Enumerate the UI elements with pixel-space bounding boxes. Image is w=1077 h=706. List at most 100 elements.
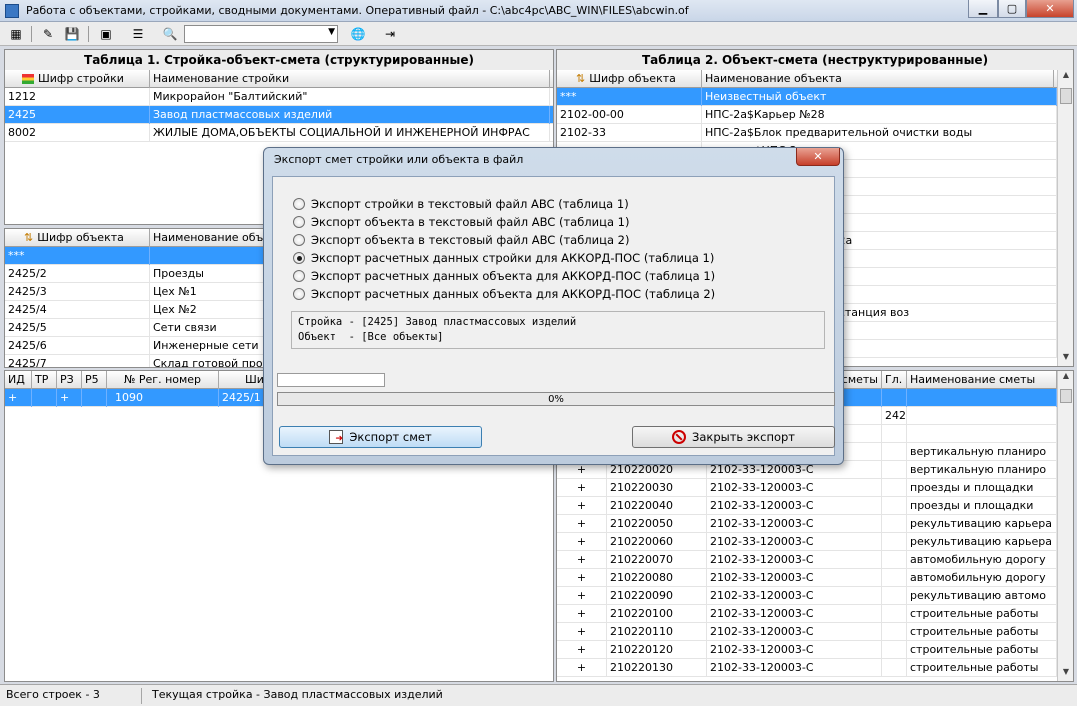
cell-plus: + xyxy=(557,497,607,515)
list-icon[interactable]: ☰ xyxy=(128,25,148,43)
table-row[interactable]: +210220120 2102-33-120003-С строительные р… xyxy=(557,641,1057,659)
minimize-button[interactable]: ▁ xyxy=(968,0,998,18)
col-header-tr[interactable]: ТР xyxy=(32,371,57,389)
col-header-code[interactable]: Шифр стройки xyxy=(5,70,150,88)
exit-icon[interactable]: ⇥ xyxy=(380,25,400,43)
scroll-up-icon[interactable]: ▲ xyxy=(1058,70,1073,84)
close-window-button[interactable]: ✕ xyxy=(1026,0,1074,18)
col-header-estimate-name[interactable]: Наименование сметы xyxy=(907,371,1057,389)
table-row[interactable]: +210220070 2102-33-120003-С автомобильную … xyxy=(557,551,1057,569)
table-row[interactable]: 1212 Микрорайон "Балтийский" xyxy=(5,88,553,106)
cell-code: 2425/4 xyxy=(5,301,150,319)
table-row[interactable]: +210220090 2102-33-120003-С рекультивацию … xyxy=(557,587,1057,605)
scroll-thumb[interactable] xyxy=(1060,389,1072,403)
cell-reg: 210220130 xyxy=(607,659,707,677)
col-label: Шифр объекта xyxy=(37,231,124,244)
cell-id: + xyxy=(5,389,32,407)
cell-name: рекультивацию карьера xyxy=(907,515,1057,533)
export-estimates-button[interactable]: ➜ Экспорт смет xyxy=(279,426,482,448)
close-export-button[interactable]: Закрыть экспорт xyxy=(632,426,835,448)
option-label: Экспорт расчетных данных стройки для АКК… xyxy=(311,251,715,265)
col-header-r5[interactable]: Р5 xyxy=(82,371,107,389)
export-option-4[interactable]: Экспорт расчетных данных стройки для АКК… xyxy=(293,249,714,267)
table-row[interactable]: +210220050 2102-33-120003-С рекультивацию … xyxy=(557,515,1057,533)
chevron-down-icon: ▼ xyxy=(328,27,335,37)
export-option-6[interactable]: Экспорт расчетных данных объекта для АКК… xyxy=(293,285,715,303)
globe-icon[interactable]: 🌐 xyxy=(348,25,368,43)
scroll-thumb[interactable] xyxy=(1060,88,1072,104)
cell-reg: 1090 xyxy=(107,389,219,407)
scroll-down-icon[interactable]: ▼ xyxy=(1058,352,1073,366)
cell-name: рекультивацию карьера xyxy=(907,533,1057,551)
export-option-5[interactable]: Экспорт расчетных данных объекта для АКК… xyxy=(293,267,715,285)
col-header-object-code[interactable]: ⇅ Шифр объекта xyxy=(557,70,702,88)
image-icon[interactable]: ▣ xyxy=(96,25,116,43)
file-progress-bar xyxy=(277,373,385,387)
cell-code: *** xyxy=(5,247,150,265)
option-label: Экспорт расчетных данных объекта для АКК… xyxy=(311,269,716,283)
scroll-up-icon[interactable]: ▲ xyxy=(1058,371,1073,385)
maximize-button[interactable]: ▢ xyxy=(998,0,1026,18)
dialog-close-button[interactable]: ✕ xyxy=(796,148,840,166)
radio-button[interactable] xyxy=(293,234,305,246)
cell-code: 2102-33-120003-С xyxy=(707,569,882,587)
radio-button[interactable] xyxy=(293,216,305,228)
scroll-down-icon[interactable]: ▼ xyxy=(1058,667,1073,681)
edit-icon[interactable]: ✎ xyxy=(38,25,58,43)
cell-gl: 242 xyxy=(882,407,907,425)
col-header-name[interactable]: Наименование стройки xyxy=(150,70,550,88)
option-label: Экспорт стройки в текстовый файл ABC (та… xyxy=(311,197,629,211)
export-option-2[interactable]: Экспорт объекта в текстовый файл ABC (та… xyxy=(293,213,629,231)
cell-r5 xyxy=(82,389,107,407)
cell-plus: + xyxy=(557,515,607,533)
cell-reg: 210220080 xyxy=(607,569,707,587)
table-row-selected[interactable]: 2425 Завод пластмассовых изделий xyxy=(5,106,553,124)
cell-name: проезды и площадки xyxy=(907,497,1057,515)
table-icon[interactable]: ▦ xyxy=(6,25,26,43)
cell-gl xyxy=(882,641,907,659)
cell-name xyxy=(907,407,1057,425)
radio-button[interactable] xyxy=(293,198,305,210)
table-row[interactable]: +210220130 2102-33-120003-С строительные р… xyxy=(557,659,1057,677)
table-row[interactable]: +210220080 2102-33-120003-С автомобильную … xyxy=(557,569,1057,587)
toolbar-separator xyxy=(31,26,32,42)
radio-button[interactable] xyxy=(293,252,305,264)
estimates-right-scrollbar[interactable]: ▲ ▼ xyxy=(1057,371,1073,681)
cell-plus: + xyxy=(557,533,607,551)
cell-gl xyxy=(882,425,907,443)
table-row-selected[interactable]: *** Неизвестный объект xyxy=(557,88,1057,106)
cell-code: 2102-33-120003-С xyxy=(707,659,882,677)
export-info-box: Стройка - [2425] Завод пластмассовых изд… xyxy=(291,311,825,349)
export-option-1[interactable]: Экспорт стройки в текстовый файл ABC (та… xyxy=(293,195,629,213)
cell-code: *** xyxy=(557,88,702,106)
radio-button[interactable] xyxy=(293,288,305,300)
radio-button[interactable] xyxy=(293,270,305,282)
table-row[interactable]: 8002 ЖИЛЫЕ ДОМА,ОБЪЕКТЫ СОЦИАЛЬНОЙ И ИНЖЕ… xyxy=(5,124,553,142)
cell-name xyxy=(907,425,1057,443)
table-row[interactable]: +210220100 2102-33-120003-С строительные р… xyxy=(557,605,1057,623)
table-row[interactable]: 2102-00-00 НПС-2а$Карьер №28 xyxy=(557,106,1057,124)
table-row[interactable]: +210220060 2102-33-120003-С рекультивацию … xyxy=(557,533,1057,551)
cell-name: вертикальную планиро xyxy=(907,443,1057,461)
col-header-chapter[interactable]: Гл. xyxy=(882,371,907,389)
table2-title: Таблица 2. Объект-смета (неструктурирова… xyxy=(557,50,1073,70)
col-header-object-name[interactable]: Наименование объекта xyxy=(702,70,1054,88)
col-header-reg-number[interactable]: № Рег. номер xyxy=(107,371,219,389)
cell-reg: 210220070 xyxy=(607,551,707,569)
table-row[interactable]: +210220110 2102-33-120003-С строительные р… xyxy=(557,623,1057,641)
save-icon[interactable]: 💾 xyxy=(62,25,82,43)
col-header-object-code[interactable]: ⇅ Шифр объекта xyxy=(5,229,150,247)
export-icon: ➜ xyxy=(329,430,344,444)
search-icon[interactable]: 🔍 xyxy=(160,25,180,43)
col-header-rz[interactable]: РЗ xyxy=(57,371,82,389)
table2-scrollbar[interactable]: ▲ ▼ xyxy=(1057,70,1073,366)
export-option-3[interactable]: Экспорт объекта в текстовый файл ABC (та… xyxy=(293,231,629,249)
table-row[interactable]: +210220030 2102-33-120003-С проезды и площ… xyxy=(557,479,1057,497)
table-row[interactable]: +210220040 2102-33-120003-С проезды и площ… xyxy=(557,497,1057,515)
cell-gl xyxy=(882,659,907,677)
cell-gl xyxy=(882,569,907,587)
toolbar-combobox[interactable]: ▼ xyxy=(184,25,338,43)
col-header-id[interactable]: ИД xyxy=(5,371,32,389)
cell-name: проезды и площадки xyxy=(907,479,1057,497)
table-row[interactable]: 2102-33 НПС-2а$Блок предварительной очист… xyxy=(557,124,1057,142)
